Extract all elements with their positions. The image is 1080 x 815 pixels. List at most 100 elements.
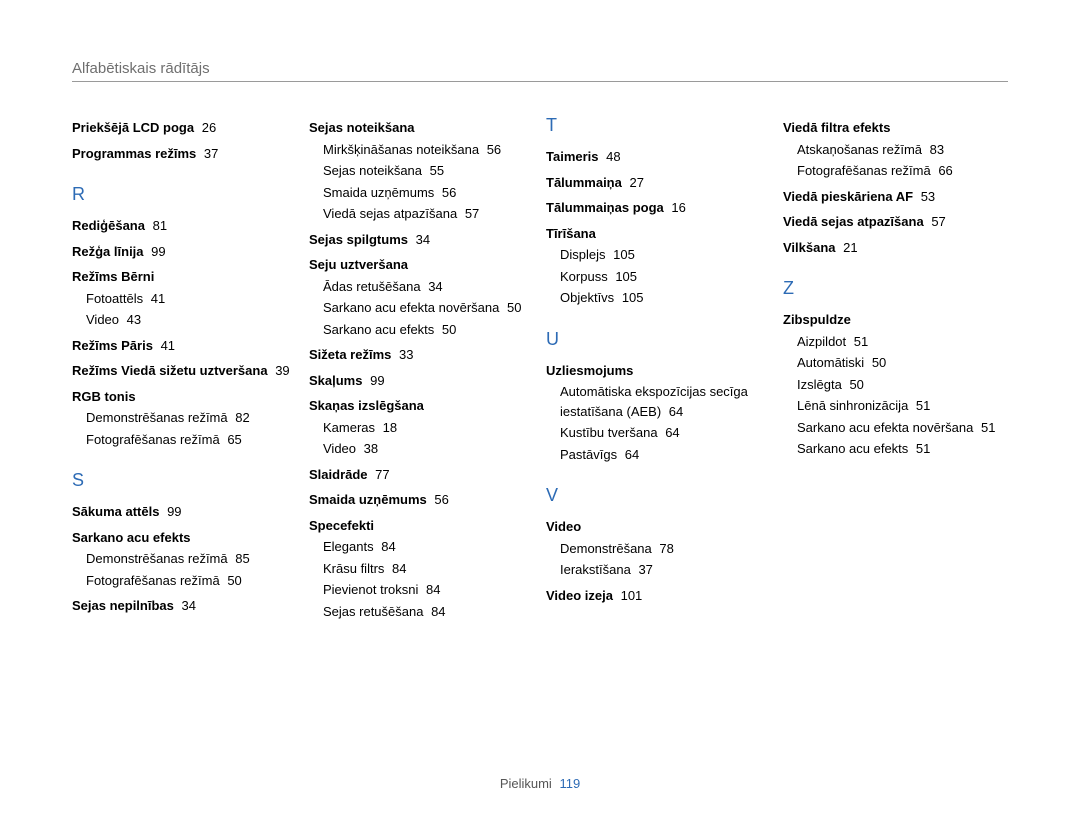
index-subentry[interactable]: Kameras 18 [309, 418, 534, 438]
index-entry[interactable]: Zibspuldze [783, 310, 1008, 330]
index-subentry[interactable]: Izslēgta 50 [783, 375, 1008, 395]
index-entry[interactable]: Sejas noteikšana [309, 118, 534, 138]
index-subentry-page: 50 [442, 322, 456, 337]
index-subentry-page: 57 [465, 206, 479, 221]
index-subentry[interactable]: Kustību tveršana 64 [546, 423, 771, 443]
index-entry-page: 41 [161, 338, 175, 353]
index-subentry[interactable]: Objektīvs 105 [546, 288, 771, 308]
index-entry[interactable]: Programmas režīms 37 [72, 144, 297, 164]
index-subentry[interactable]: Fotografēšanas režīmā 65 [72, 430, 297, 450]
index-entry[interactable]: Skaļums 99 [309, 371, 534, 391]
index-subentry-page: 84 [431, 604, 445, 619]
index-subentry[interactable]: Demonstrēšana 78 [546, 539, 771, 559]
page-footer: Pielikumi 119 [0, 776, 1080, 791]
index-subentry-label: Fotografēšanas režīmā [86, 432, 220, 447]
index-subentry[interactable]: Elegants 84 [309, 537, 534, 557]
index-entry[interactable]: Viedā filtra efekts [783, 118, 1008, 138]
index-entry[interactable]: Režīms Viedā sižetu uztveršana 39 [72, 361, 297, 381]
index-subentry[interactable]: Pievienot troksni 84 [309, 580, 534, 600]
index-subentry[interactable]: Sejas retušēšana 84 [309, 602, 534, 622]
index-subentry[interactable]: Automātiski 50 [783, 353, 1008, 373]
index-entry[interactable]: Sejas nepilnības 34 [72, 596, 297, 616]
index-subentry[interactable]: Ādas retušēšana 34 [309, 277, 534, 297]
index-entry[interactable]: Smaida uzņēmums 56 [309, 490, 534, 510]
index-entry[interactable]: Viedā sejas atpazīšana 57 [783, 212, 1008, 232]
index-subentry-label: Automātiski [797, 355, 864, 370]
index-subentry[interactable]: Video 38 [309, 439, 534, 459]
index-entry[interactable]: RGB tonis [72, 387, 297, 407]
index-entry[interactable]: Rediģēšana 81 [72, 216, 297, 236]
index-subentry-label: Pastāvīgs [560, 447, 617, 462]
index-entry[interactable]: Tālummaiņa 27 [546, 173, 771, 193]
index-subentry[interactable]: Sarkano acu efekts 50 [309, 320, 534, 340]
index-subentry-page: 34 [428, 279, 442, 294]
index-entry[interactable]: Skaņas izslēgšana [309, 396, 534, 416]
index-subentry[interactable]: Krāsu filtrs 84 [309, 559, 534, 579]
index-column: TTaimeris 48Tālummaiņa 27Tālummaiņas pog… [546, 112, 771, 621]
index-entry[interactable]: Sižeta režīms 33 [309, 345, 534, 365]
index-entry[interactable]: Tālummaiņas poga 16 [546, 198, 771, 218]
index-subentry[interactable]: Mirkšķināšanas noteikšana 56 [309, 140, 534, 160]
index-subentry[interactable]: Korpuss 105 [546, 267, 771, 287]
index-entry-label: Specefekti [309, 518, 374, 533]
index-entry[interactable]: Sejas spilgtums 34 [309, 230, 534, 250]
index-subentry[interactable]: Sarkano acu efekta novēršana 50 [309, 298, 534, 318]
index-entry[interactable]: Uzliesmojums [546, 361, 771, 381]
index-entry[interactable]: Priekšējā LCD poga 26 [72, 118, 297, 138]
index-entry-label: Viedā filtra efekts [783, 120, 890, 135]
index-subentry[interactable]: Smaida uzņēmums 56 [309, 183, 534, 203]
index-subentry-page: 41 [151, 291, 165, 306]
index-subentry[interactable]: Demonstrēšanas režīmā 82 [72, 408, 297, 428]
index-entry-page: 34 [182, 598, 196, 613]
index-entry[interactable]: Taimeris 48 [546, 147, 771, 167]
index-subentry-page: 37 [638, 562, 652, 577]
index-subentry[interactable]: Atskaņošanas režīmā 83 [783, 140, 1008, 160]
index-subentry-page: 64 [665, 425, 679, 440]
index-subentry[interactable]: Demonstrēšanas režīmā 85 [72, 549, 297, 569]
index-subentry-label: Krāsu filtrs [323, 561, 384, 576]
index-entry[interactable]: Tīrīšana [546, 224, 771, 244]
index-entry[interactable]: Seju uztveršana [309, 255, 534, 275]
index-entry-label: Sejas nepilnības [72, 598, 174, 613]
index-subentry-label: Izslēgta [797, 377, 842, 392]
index-subentry[interactable]: Sejas noteikšana 55 [309, 161, 534, 181]
index-subentry[interactable]: Sarkano acu efekts 51 [783, 439, 1008, 459]
index-subentry-label: Lēnā sinhronizācija [797, 398, 908, 413]
index-entry[interactable]: Specefekti [309, 516, 534, 536]
index-subentry[interactable]: Automātiska ekspozīcijas secīga iestatīš… [546, 382, 771, 421]
index-entry[interactable]: Režīms Pāris 41 [72, 336, 297, 356]
index-entry-page: 53 [921, 189, 935, 204]
index-entry[interactable]: Režģa līnija 99 [72, 242, 297, 262]
index-subentry[interactable]: Displejs 105 [546, 245, 771, 265]
index-entry[interactable]: Video izeja 101 [546, 586, 771, 606]
index-subentry[interactable]: Viedā sejas atpazīšana 57 [309, 204, 534, 224]
index-subentry[interactable]: Lēnā sinhronizācija 51 [783, 396, 1008, 416]
index-subentry-label: Smaida uzņēmums [323, 185, 434, 200]
index-subentry-page: 56 [442, 185, 456, 200]
index-subentry[interactable]: Fotografēšanas režīmā 50 [72, 571, 297, 591]
index-subentry[interactable]: Aizpildot 51 [783, 332, 1008, 352]
index-entry[interactable]: Slaidrāde 77 [309, 465, 534, 485]
index-subentry-page: 50 [507, 300, 521, 315]
index-entry-page: 101 [621, 588, 643, 603]
index-entry[interactable]: Video [546, 517, 771, 537]
index-subentry[interactable]: Fotoattēls 41 [72, 289, 297, 309]
index-subentry-page: 64 [669, 404, 683, 419]
index-entry-page: 21 [843, 240, 857, 255]
index-entry-label: Tālummaiņas poga [546, 200, 664, 215]
index-entry[interactable]: Sākuma attēls 99 [72, 502, 297, 522]
index-subentry[interactable]: Ierakstīšana 37 [546, 560, 771, 580]
index-entry[interactable]: Režīms Bērni [72, 267, 297, 287]
index-entry[interactable]: Sarkano acu efekts [72, 528, 297, 548]
index-entry-page: 99 [151, 244, 165, 259]
index-entry[interactable]: Viedā pieskāriena AF 53 [783, 187, 1008, 207]
index-subentry-page: 51 [854, 334, 868, 349]
index-subentry[interactable]: Fotografēšanas režīmā 66 [783, 161, 1008, 181]
index-subentry-label: Demonstrēšanas režīmā [86, 551, 228, 566]
index-subentry[interactable]: Pastāvīgs 64 [546, 445, 771, 465]
index-subentry[interactable]: Sarkano acu efekta novēršana 51 [783, 418, 1008, 438]
index-subentry[interactable]: Video 43 [72, 310, 297, 330]
index-entry[interactable]: Vilkšana 21 [783, 238, 1008, 258]
index-subentry-page: 66 [938, 163, 952, 178]
index-entry-label: Sejas noteikšana [309, 120, 415, 135]
